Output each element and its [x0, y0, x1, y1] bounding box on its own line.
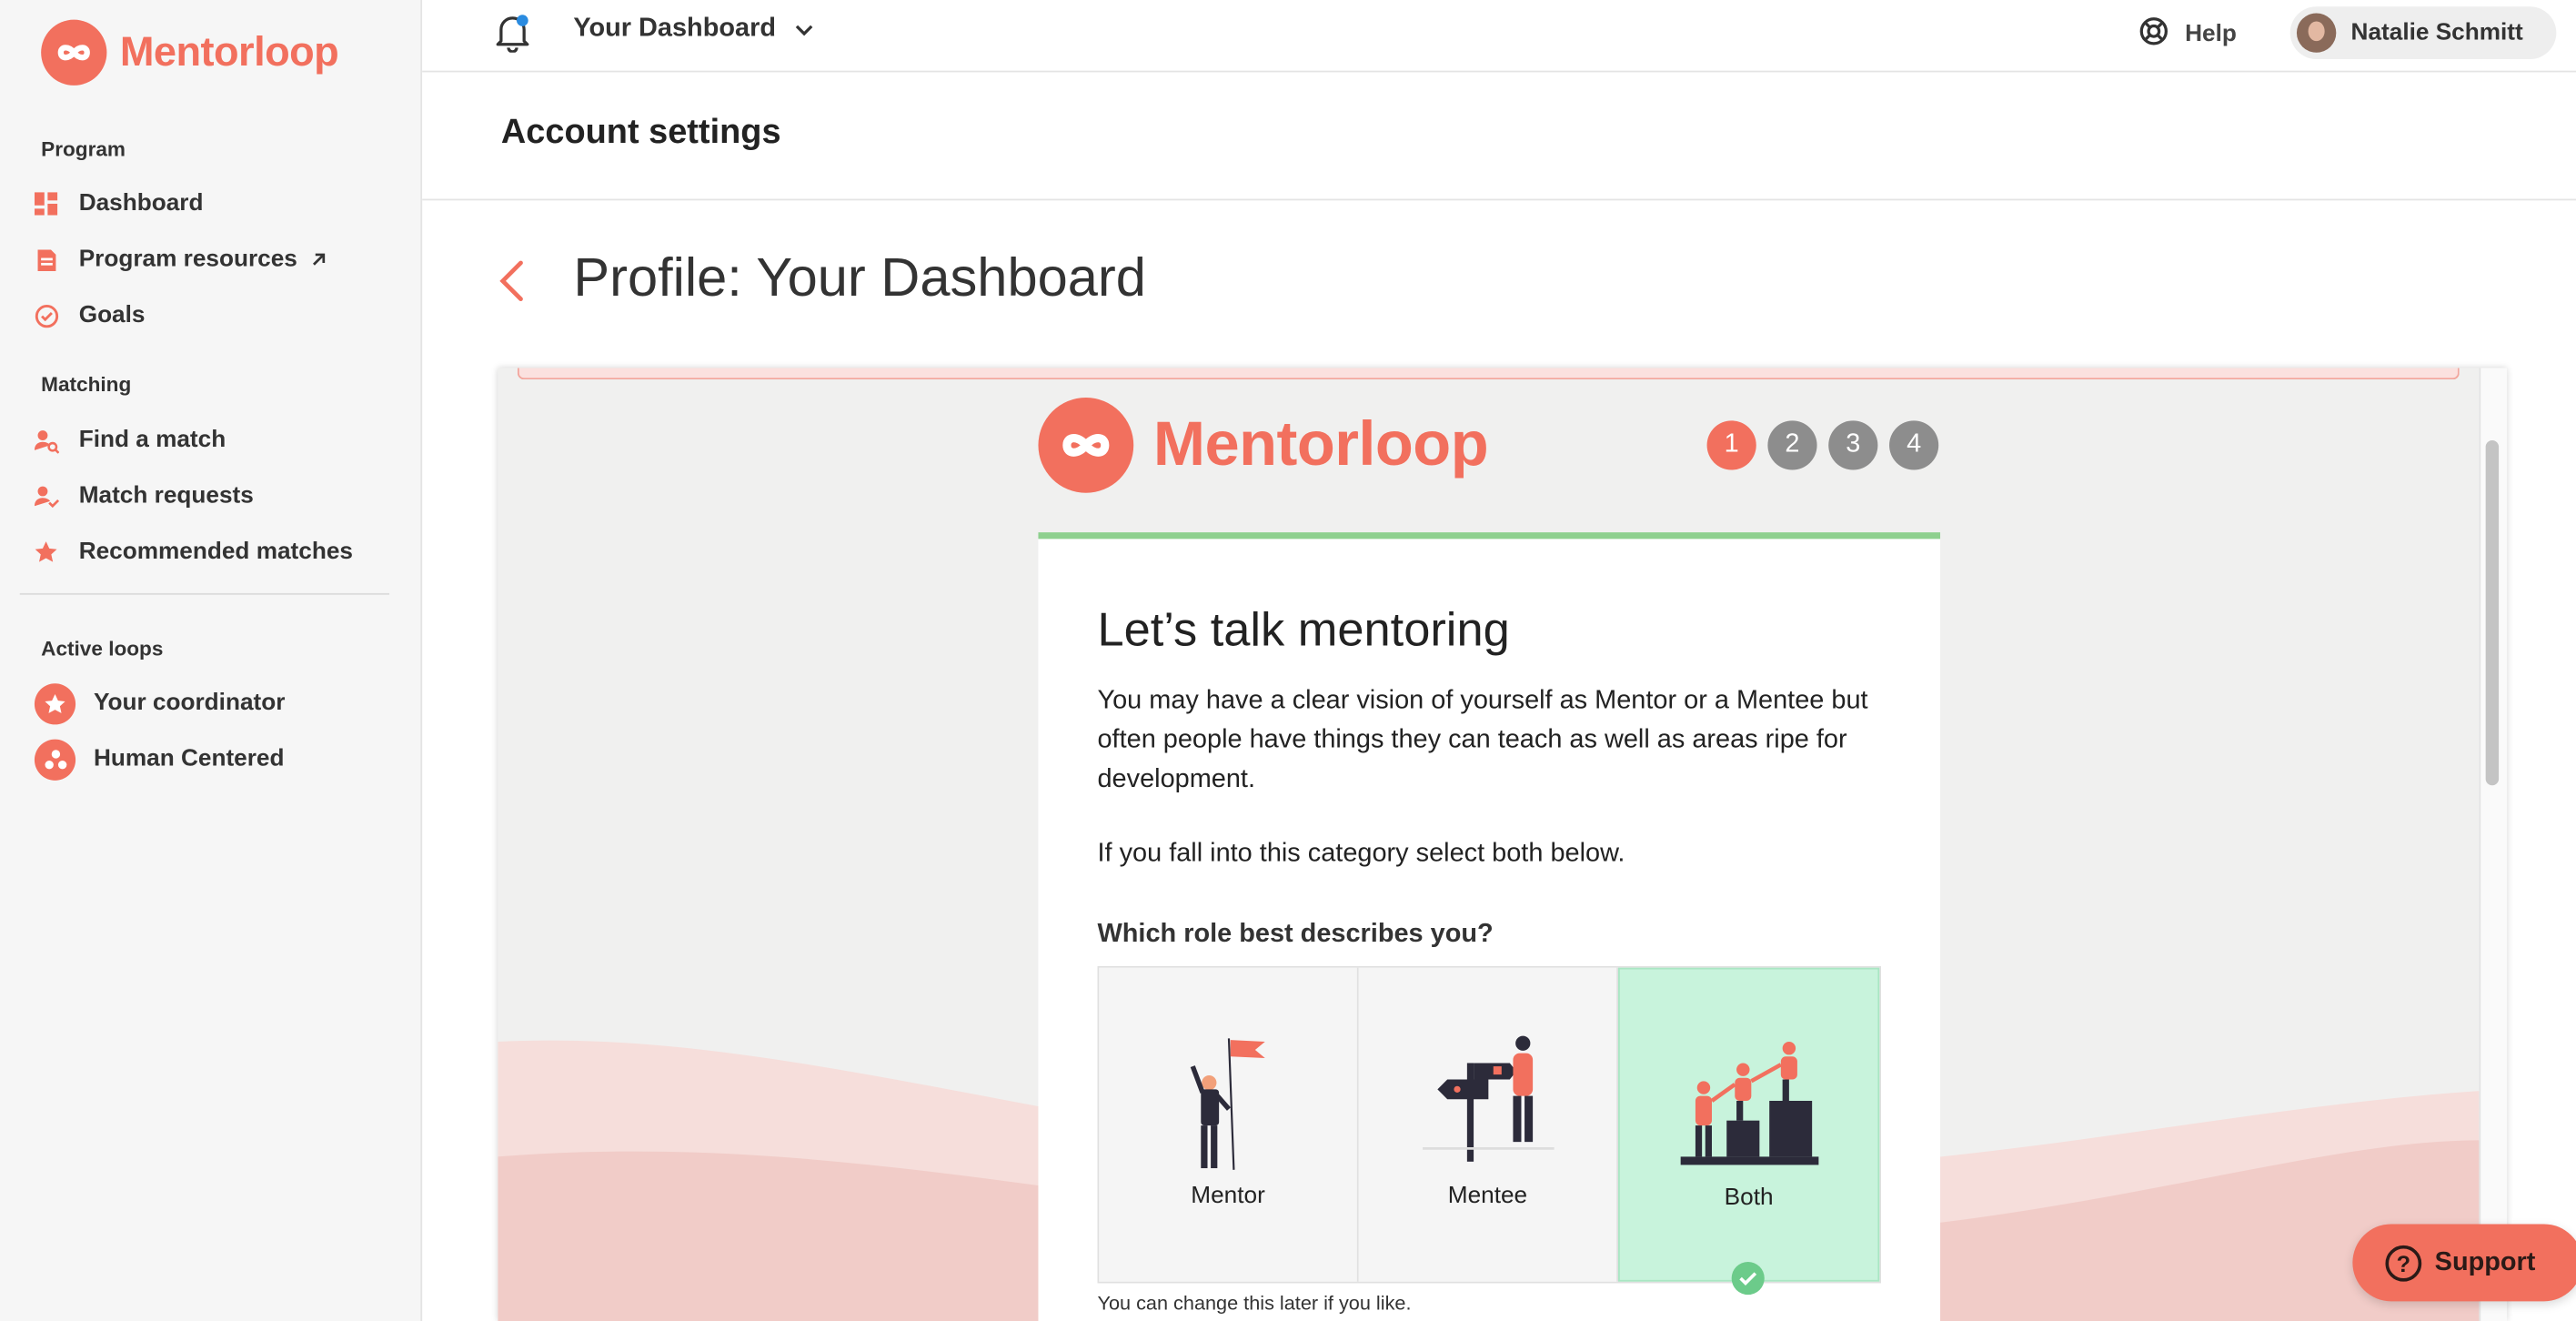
support-button[interactable]: ? Support	[2352, 1224, 2576, 1302]
sidebar-item-label: Match requests	[78, 482, 254, 509]
alert-strip	[517, 368, 2460, 380]
sidebar-item-goals[interactable]: Goals	[33, 294, 145, 337]
star-icon	[33, 539, 59, 565]
both-illustration	[1679, 1041, 1818, 1165]
sidebar-item-dashboard[interactable]: Dashboard	[33, 182, 204, 225]
role-question: Which role best describes you?	[1097, 920, 1494, 949]
dashboard-selector[interactable]: Your Dashboard	[573, 15, 813, 45]
sidebar-item-label: Recommended matches	[78, 539, 353, 566]
user-name: Natalie Schmitt	[2350, 19, 2523, 46]
sidebar-item-label: Human Centered	[93, 745, 285, 772]
account-settings-title: Account settings	[500, 113, 781, 152]
change-later-note: You can change this later if you like.	[1097, 1291, 1412, 1315]
support-label: Support	[2434, 1247, 2536, 1276]
person-check-icon	[33, 483, 59, 509]
role-label: Mentor	[1191, 1183, 1265, 1210]
sidebar-item-match-requests[interactable]: Match requests	[33, 475, 254, 518]
notification-bell-icon[interactable]	[495, 13, 531, 54]
top-bar: Your Dashboard Help Natalie Schmitt	[422, 0, 2576, 73]
sidebar-item-program-resources[interactable]: Program resources	[33, 238, 327, 281]
page-title: Profile: Your Dashboard	[573, 246, 1146, 308]
mentorloop-logo[interactable]: Mentorloop	[41, 19, 339, 86]
sidebar-item-human-centered[interactable]: Human Centered	[33, 738, 285, 781]
account-settings-header: Account settings	[422, 72, 2576, 201]
mentorloop-logo-icon	[1038, 398, 1134, 493]
question-circle-icon: ?	[2385, 1245, 2422, 1281]
mentee-illustration	[1422, 1035, 1554, 1162]
onboarding-card: Let’s talk mentoring You may have a clea…	[1038, 532, 1941, 1321]
mentor-illustration	[1189, 1038, 1264, 1170]
help-label: Help	[2185, 21, 2237, 48]
logo-text: Mentorloop	[119, 28, 339, 76]
sidebar-divider	[19, 592, 390, 595]
document-icon	[33, 247, 59, 273]
role-option-both[interactable]: Both	[1618, 967, 1880, 1282]
dashboard-selector-label: Your Dashboard	[573, 15, 776, 43]
role-option-mentee[interactable]: Mentee	[1358, 967, 1619, 1282]
star-badge-icon	[34, 682, 76, 724]
onboarding-logo: Mentorloop	[1038, 398, 1489, 493]
user-menu[interactable]: Natalie Schmitt	[2289, 6, 2557, 60]
help-button[interactable]: Help	[2139, 16, 2237, 53]
lifebuoy-icon	[2139, 16, 2169, 53]
role-options: Mentor Mentee Both	[1097, 965, 1882, 1284]
role-label: Both	[1724, 1185, 1774, 1211]
card-paragraph-2: If you fall into this category select bo…	[1097, 839, 1625, 868]
chevron-down-icon	[796, 15, 814, 45]
sidebar-item-label: Your coordinator	[93, 690, 286, 717]
step-1[interactable]: 1	[1706, 420, 1756, 470]
sidebar-item-label: Goals	[78, 302, 146, 329]
role-option-mentor[interactable]: Mentor	[1099, 967, 1359, 1282]
external-link-icon	[310, 251, 327, 267]
step-indicator: 1 2 3 4	[1706, 420, 1950, 470]
find-person-icon	[33, 428, 59, 454]
step-4[interactable]: 4	[1889, 420, 1939, 470]
profile-frame: Mentorloop 1 2 3 4 Let’s talk mentoring …	[498, 368, 2508, 1321]
sidebar-item-your-coordinator[interactable]: Your coordinator	[33, 681, 285, 724]
step-3[interactable]: 3	[1828, 420, 1878, 470]
sidebar-item-label: Dashboard	[78, 190, 204, 217]
sidebar-item-recommended-matches[interactable]: Recommended matches	[33, 530, 353, 573]
goal-check-icon	[33, 302, 59, 328]
logo-text: Mentorloop	[1152, 409, 1489, 479]
sidebar-item-label: Program resources	[78, 246, 297, 273]
section-title-program: Program	[41, 137, 126, 161]
back-chevron-icon[interactable]	[495, 255, 528, 308]
dashboard-grid-icon	[33, 190, 59, 217]
role-label: Mentee	[1447, 1183, 1528, 1210]
avatar	[2296, 13, 2337, 53]
card-heading: Let’s talk mentoring	[1097, 604, 1510, 658]
sidebar: Mentorloop Program Dashboard Program res…	[0, 0, 423, 1321]
frame-scrollbar-thumb[interactable]	[2485, 439, 2500, 786]
group-icon	[34, 738, 76, 780]
selected-check-icon	[1731, 1261, 1765, 1296]
step-2[interactable]: 2	[1767, 420, 1817, 470]
section-title-matching: Matching	[41, 372, 132, 397]
mentorloop-logo-icon	[41, 19, 107, 86]
sidebar-item-label: Find a match	[78, 427, 226, 454]
card-paragraph: You may have a clear vision of yourself …	[1097, 686, 1868, 794]
section-title-active-loops: Active loops	[41, 637, 164, 660]
sidebar-item-find-a-match[interactable]: Find a match	[33, 419, 226, 462]
